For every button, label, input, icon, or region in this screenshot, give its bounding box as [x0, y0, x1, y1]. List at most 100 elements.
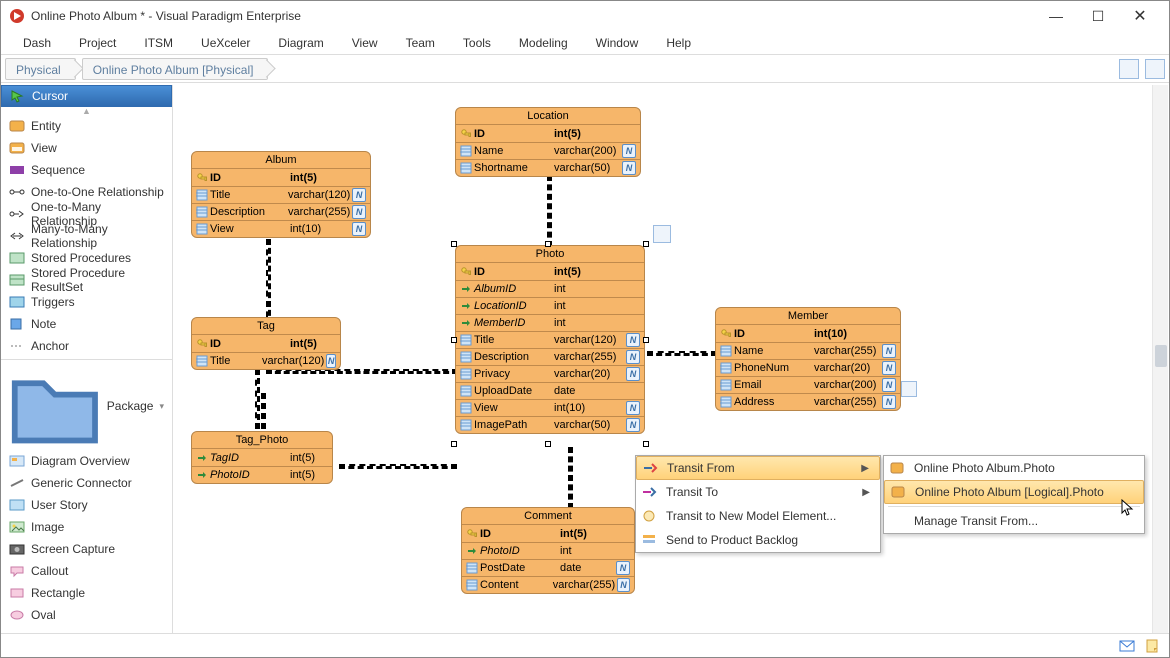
ctx-transit-new[interactable]: Transit to New Model Element... — [636, 504, 880, 528]
column-row[interactable]: IDint(5) — [456, 125, 640, 142]
close-button[interactable]: ✕ — [1119, 2, 1161, 30]
vertical-scrollbar[interactable] — [1152, 85, 1168, 633]
column-row[interactable]: Namevarchar(200)N — [456, 142, 640, 159]
column-row[interactable]: Namevarchar(255)N — [716, 342, 900, 359]
menu-window[interactable]: Window — [582, 33, 653, 53]
palette-oval[interactable]: Oval — [1, 604, 172, 626]
ctx-target-photo[interactable]: Online Photo Album.Photo — [884, 456, 1144, 480]
menu-team[interactable]: Team — [392, 33, 449, 53]
breadcrumb-diagram[interactable]: Online Photo Album [Physical] — [82, 58, 269, 80]
backlog-icon — [640, 531, 658, 549]
menu-diagram[interactable]: Diagram — [264, 33, 337, 53]
palette-stored-procedure-resultset[interactable]: Stored Procedure ResultSet — [1, 269, 172, 291]
toolbar-btn-1[interactable] — [1119, 59, 1139, 79]
toolbar-btn-2[interactable] — [1145, 59, 1165, 79]
ctx-transit-to[interactable]: Transit To▶ — [636, 480, 880, 504]
ctx-send-backlog[interactable]: Send to Product Backlog — [636, 528, 880, 552]
ctx-manage-transit-from[interactable]: Manage Transit From... — [884, 509, 1144, 533]
palette-screen-capture[interactable]: Screen Capture — [1, 538, 172, 560]
column-row[interactable]: LocationIDint — [456, 297, 644, 314]
reference-icon[interactable] — [653, 225, 671, 243]
selection-handle[interactable] — [545, 441, 551, 447]
column-row[interactable]: PostDatedateN — [462, 559, 634, 576]
selection-handle[interactable] — [451, 241, 457, 247]
nullable-icon: N — [352, 205, 366, 219]
palette-cursor[interactable]: Cursor — [1, 85, 172, 107]
column-row[interactable]: UploadDatedate — [456, 382, 644, 399]
column-row[interactable]: Viewint(10)N — [192, 220, 370, 237]
entity-album[interactable]: Album IDint(5)Titlevarchar(120)NDescript… — [191, 151, 371, 238]
column-row[interactable]: Emailvarchar(200)N — [716, 376, 900, 393]
palette-user-story[interactable]: User Story — [1, 494, 172, 516]
palette-many-to-many-relationship[interactable]: Many-to-Many Relationship — [1, 225, 172, 247]
menu-uexceler[interactable]: UeXceler — [187, 33, 264, 53]
column-row[interactable]: Contentvarchar(255)N — [462, 576, 634, 593]
note-icon[interactable] — [1145, 638, 1161, 654]
palette-entity[interactable]: Entity — [1, 115, 172, 137]
column-row[interactable]: IDint(10) — [716, 325, 900, 342]
column-row[interactable]: PhotoIDint(5) — [192, 466, 332, 483]
column-row[interactable]: Titlevarchar(120)N — [192, 186, 370, 203]
column-row[interactable]: MemberIDint — [456, 314, 644, 331]
palette-note[interactable]: Note — [1, 313, 172, 335]
column-row[interactable]: IDint(5) — [192, 169, 370, 186]
menu-modeling[interactable]: Modeling — [505, 33, 582, 53]
selection-handle[interactable] — [451, 441, 457, 447]
menu-itsm[interactable]: ITSM — [130, 33, 187, 53]
palette-triggers[interactable]: Triggers — [1, 291, 172, 313]
entity-location[interactable]: Location IDint(5)Namevarchar(200)NShortn… — [455, 107, 641, 177]
palette-view[interactable]: View — [1, 137, 172, 159]
column-row[interactable]: Descriptionvarchar(255)N — [456, 348, 644, 365]
entity-photo[interactable]: Photo IDint(5)AlbumIDintLocationIDintMem… — [455, 245, 645, 434]
maximize-button[interactable]: ☐ — [1077, 2, 1119, 30]
menu-tools[interactable]: Tools — [449, 33, 505, 53]
menu-help[interactable]: Help — [652, 33, 705, 53]
palette-image[interactable]: Image — [1, 516, 172, 538]
palette-rectangle[interactable]: Rectangle — [1, 582, 172, 604]
palette-collapse-icon[interactable]: ▲ — [1, 107, 172, 115]
minimize-button[interactable]: — — [1035, 2, 1077, 30]
selection-handle[interactable] — [451, 337, 457, 343]
column-row[interactable]: IDint(5) — [456, 263, 644, 280]
column-row[interactable]: AlbumIDint — [456, 280, 644, 297]
column-row[interactable]: Shortnamevarchar(50)N — [456, 159, 640, 176]
palette-callout[interactable]: Callout — [1, 560, 172, 582]
menubar: Dash Project ITSM UeXceler Diagram View … — [1, 31, 1169, 55]
column-row[interactable]: ImagePathvarchar(50)N — [456, 416, 644, 433]
column-row[interactable]: PhotoIDint — [462, 542, 634, 559]
palette-sequence[interactable]: Sequence — [1, 159, 172, 181]
selection-handle[interactable] — [545, 241, 551, 247]
column-row[interactable]: Viewint(10)N — [456, 399, 644, 416]
ctx-transit-from[interactable]: Transit From▶ — [636, 456, 880, 480]
menu-project[interactable]: Project — [65, 33, 130, 53]
diagram-canvas[interactable]: Album IDint(5)Titlevarchar(120)NDescript… — [173, 85, 1169, 633]
selection-handle[interactable] — [643, 441, 649, 447]
breadcrumb-physical[interactable]: Physical — [5, 58, 76, 80]
nullable-icon: N — [626, 333, 640, 347]
palette-anchor[interactable]: Anchor — [1, 335, 172, 357]
entity-tag-photo[interactable]: Tag_Photo TagIDint(5)PhotoIDint(5) — [191, 431, 333, 484]
column-row[interactable]: Descriptionvarchar(255)N — [192, 203, 370, 220]
menu-view[interactable]: View — [338, 33, 392, 53]
selection-handle[interactable] — [643, 337, 649, 343]
palette-generic-connector[interactable]: Generic Connector — [1, 472, 172, 494]
scrollbar-thumb[interactable] — [1155, 345, 1167, 367]
ctx-target-logical-photo[interactable]: Online Photo Album [Logical].Photo — [884, 480, 1144, 504]
column-row[interactable]: TagIDint(5) — [192, 449, 332, 466]
selection-handle[interactable] — [643, 241, 649, 247]
palette-group-package[interactable]: Package ▾ — [1, 362, 172, 450]
column-row[interactable]: IDint(5) — [462, 525, 634, 542]
column-row[interactable]: Privacyvarchar(20)N — [456, 365, 644, 382]
column-row[interactable]: Addressvarchar(255)N — [716, 393, 900, 410]
column-row[interactable]: Titlevarchar(120)N — [192, 352, 340, 369]
palette-diagram-overview[interactable]: Diagram Overview — [1, 450, 172, 472]
entity-member[interactable]: Member IDint(10)Namevarchar(255)NPhoneNu… — [715, 307, 901, 411]
column-row[interactable]: Titlevarchar(120)N — [456, 331, 644, 348]
mail-icon[interactable] — [1119, 638, 1135, 654]
entity-tag[interactable]: Tag IDint(5)Titlevarchar(120)N — [191, 317, 341, 370]
column-row[interactable]: PhoneNumvarchar(20)N — [716, 359, 900, 376]
menu-dash[interactable]: Dash — [9, 33, 65, 53]
column-row[interactable]: IDint(5) — [192, 335, 340, 352]
entity-comment[interactable]: Comment IDint(5)PhotoIDintPostDatedateNC… — [461, 507, 635, 594]
column-badge-icon[interactable] — [901, 381, 917, 397]
